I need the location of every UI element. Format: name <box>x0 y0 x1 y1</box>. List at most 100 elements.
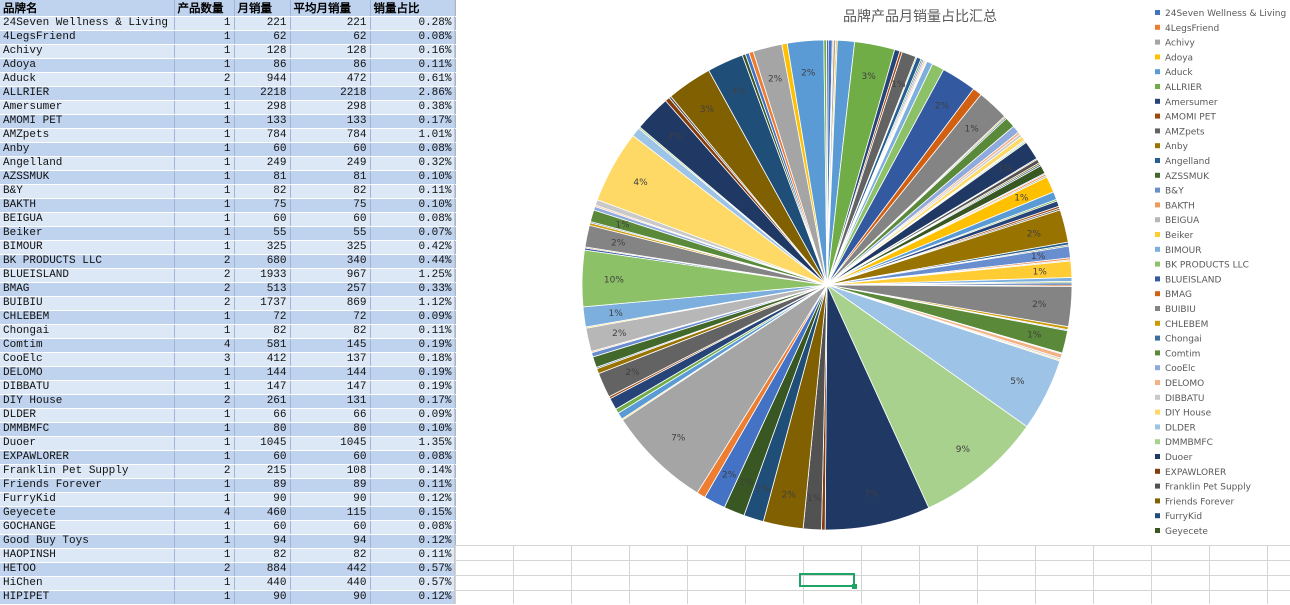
brand-cell[interactable]: ALLRIER <box>0 86 175 101</box>
share-cell[interactable]: 1.35% <box>370 436 456 451</box>
table-row[interactable]: Duoer 1 1045 1045 1.35% <box>0 436 456 451</box>
share-cell[interactable]: 0.14% <box>370 464 456 479</box>
avg-sales-cell[interactable]: 82 <box>290 184 371 199</box>
count-cell[interactable]: 2 <box>174 268 235 283</box>
count-cell[interactable]: 1 <box>174 212 235 227</box>
share-cell[interactable]: 0.42% <box>370 240 456 255</box>
sales-cell[interactable]: 60 <box>234 450 291 465</box>
table-row[interactable]: AZSSMUK 1 81 81 0.10% <box>0 170 456 185</box>
avg-sales-cell[interactable]: 94 <box>290 534 371 549</box>
avg-sales-cell[interactable]: 325 <box>290 240 371 255</box>
share-cell[interactable]: 0.57% <box>370 562 456 577</box>
brand-cell[interactable]: HIPIPET <box>0 590 175 605</box>
avg-sales-cell[interactable]: 145 <box>290 338 371 353</box>
brand-cell[interactable]: Anby <box>0 142 175 157</box>
avg-sales-cell[interactable]: 60 <box>290 142 371 157</box>
sales-cell[interactable]: 72 <box>234 310 291 325</box>
empty-cell-grid[interactable] <box>455 545 1290 604</box>
table-row[interactable]: Anby 1 60 60 0.08% <box>0 142 456 157</box>
count-cell[interactable]: 1 <box>174 156 235 171</box>
share-cell[interactable]: 0.18% <box>370 352 456 367</box>
sales-cell[interactable]: 944 <box>234 72 291 87</box>
count-cell[interactable]: 1 <box>174 240 235 255</box>
count-cell[interactable]: 2 <box>174 394 235 409</box>
brand-cell[interactable]: Angelland <box>0 156 175 171</box>
share-cell[interactable]: 0.11% <box>370 548 456 563</box>
brand-cell[interactable]: Good Buy Toys <box>0 534 175 549</box>
avg-sales-cell[interactable]: 257 <box>290 282 371 297</box>
table-row[interactable]: HIPIPET 1 90 90 0.12% <box>0 590 456 605</box>
count-cell[interactable]: 1 <box>174 310 235 325</box>
sales-cell[interactable]: 82 <box>234 184 291 199</box>
share-cell[interactable]: 0.08% <box>370 520 456 535</box>
table-row[interactable]: AMZpets 1 784 784 1.01% <box>0 128 456 143</box>
table-row[interactable]: BIMOUR 1 325 325 0.42% <box>0 240 456 255</box>
brand-cell[interactable]: Achivy <box>0 44 175 59</box>
sales-cell[interactable]: 1933 <box>234 268 291 283</box>
brand-cell[interactable]: Aduck <box>0 72 175 87</box>
brand-cell[interactable]: CooElc <box>0 352 175 367</box>
share-cell[interactable]: 0.28% <box>370 16 456 31</box>
brand-cell[interactable]: Franklin Pet Supply <box>0 464 175 479</box>
avg-sales-cell[interactable]: 90 <box>290 492 371 507</box>
header-share[interactable]: 销量占比 <box>370 0 456 17</box>
header-sales[interactable]: 月销量 <box>234 0 291 17</box>
brand-cell[interactable]: Friends Forever <box>0 478 175 493</box>
count-cell[interactable]: 1 <box>174 492 235 507</box>
table-row[interactable]: HAOPINSH 1 82 82 0.11% <box>0 548 456 563</box>
brand-cell[interactable]: Duoer <box>0 436 175 451</box>
brand-cell[interactable]: Chongai <box>0 324 175 339</box>
avg-sales-cell[interactable]: 221 <box>290 16 371 31</box>
sales-cell[interactable]: 513 <box>234 282 291 297</box>
share-cell[interactable]: 0.44% <box>370 254 456 269</box>
table-row[interactable]: Amersumer 1 298 298 0.38% <box>0 100 456 115</box>
share-cell[interactable]: 0.08% <box>370 142 456 157</box>
share-cell[interactable]: 0.17% <box>370 394 456 409</box>
count-cell[interactable]: 1 <box>174 86 235 101</box>
sales-cell[interactable]: 60 <box>234 212 291 227</box>
brand-cell[interactable]: Comtim <box>0 338 175 353</box>
share-cell[interactable]: 0.12% <box>370 492 456 507</box>
count-cell[interactable]: 1 <box>174 142 235 157</box>
sales-cell[interactable]: 60 <box>234 520 291 535</box>
brand-cell[interactable]: EXPAWLORER <box>0 450 175 465</box>
share-cell[interactable]: 0.10% <box>370 170 456 185</box>
brand-cell[interactable]: DIY House <box>0 394 175 409</box>
count-cell[interactable]: 4 <box>174 506 235 521</box>
share-cell[interactable]: 1.25% <box>370 268 456 283</box>
brand-cell[interactable]: AMZpets <box>0 128 175 143</box>
share-cell[interactable]: 0.61% <box>370 72 456 87</box>
brand-cell[interactable]: DIBBATU <box>0 380 175 395</box>
count-cell[interactable]: 1 <box>174 422 235 437</box>
brand-cell[interactable]: Beiker <box>0 226 175 241</box>
share-cell[interactable]: 0.07% <box>370 226 456 241</box>
count-cell[interactable]: 1 <box>174 30 235 45</box>
brand-cell[interactable]: FurryKid <box>0 492 175 507</box>
sales-cell[interactable]: 298 <box>234 100 291 115</box>
share-cell[interactable]: 0.17% <box>370 114 456 129</box>
count-cell[interactable]: 1 <box>174 450 235 465</box>
brand-cell[interactable]: AMOMI PET <box>0 114 175 129</box>
share-cell[interactable]: 2.86% <box>370 86 456 101</box>
header-brand[interactable]: 品牌名 <box>0 0 175 17</box>
brand-cell[interactable]: Adoya <box>0 58 175 73</box>
count-cell[interactable]: 1 <box>174 520 235 535</box>
table-row[interactable]: AMOMI PET 1 133 133 0.17% <box>0 114 456 129</box>
selected-cell[interactable] <box>799 573 857 589</box>
share-cell[interactable]: 0.33% <box>370 282 456 297</box>
sales-cell[interactable]: 89 <box>234 478 291 493</box>
table-row[interactable]: BK PRODUCTS LLC 2 680 340 0.44% <box>0 254 456 269</box>
table-row[interactable]: DIBBATU 1 147 147 0.19% <box>0 380 456 395</box>
avg-sales-cell[interactable]: 249 <box>290 156 371 171</box>
share-cell[interactable]: 0.19% <box>370 366 456 381</box>
sales-cell[interactable]: 440 <box>234 576 291 591</box>
count-cell[interactable]: 1 <box>174 226 235 241</box>
avg-sales-cell[interactable]: 75 <box>290 198 371 213</box>
avg-sales-cell[interactable]: 133 <box>290 114 371 129</box>
share-cell[interactable]: 0.10% <box>370 198 456 213</box>
sales-cell[interactable]: 60 <box>234 142 291 157</box>
count-cell[interactable]: 2 <box>174 562 235 577</box>
table-row[interactable]: Franklin Pet Supply 2 215 108 0.14% <box>0 464 456 479</box>
avg-sales-cell[interactable]: 81 <box>290 170 371 185</box>
avg-sales-cell[interactable]: 472 <box>290 72 371 87</box>
